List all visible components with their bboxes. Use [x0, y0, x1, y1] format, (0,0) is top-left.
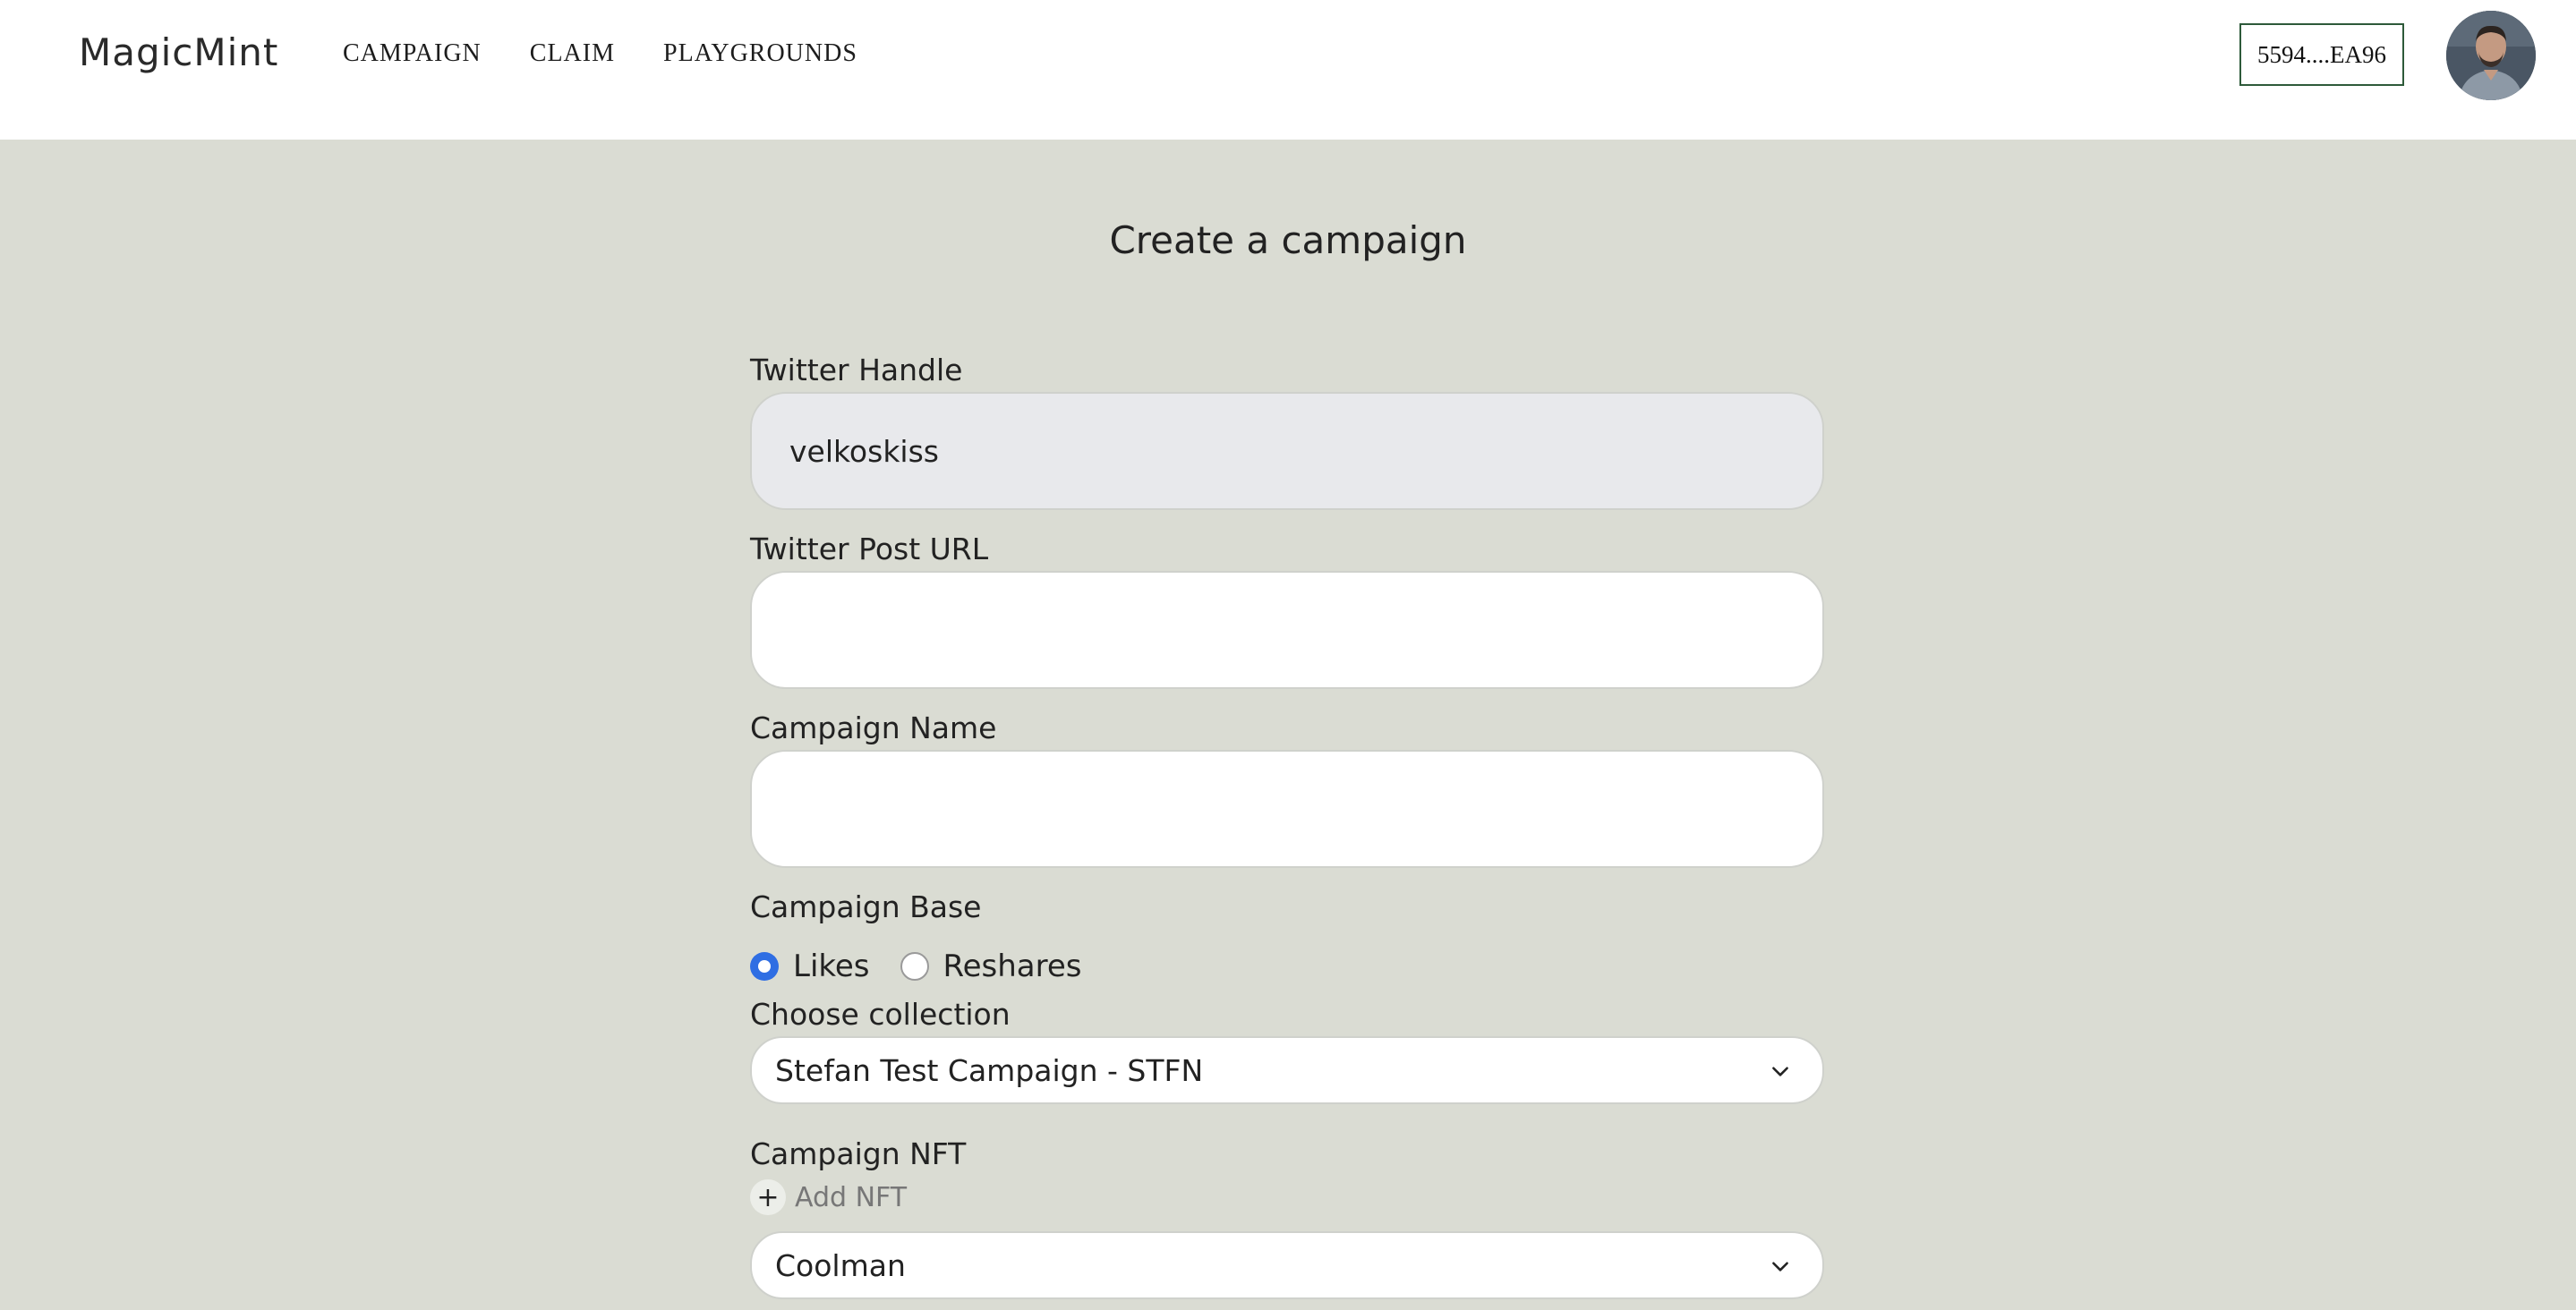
likes-radio[interactable] — [750, 952, 779, 981]
add-nft-label: Add NFT — [795, 1181, 908, 1213]
choose-collection-label: Choose collection — [750, 997, 1011, 1032]
twitter-post-url-input[interactable] — [750, 571, 1824, 689]
main-nav: CAMPAIGN CLAIM PLAYGROUNDS — [343, 39, 857, 68]
chevron-down-icon — [1772, 1262, 1788, 1272]
likes-radio-label[interactable]: Likes — [793, 948, 870, 984]
user-avatar[interactable] — [2446, 11, 2536, 100]
nav-playgrounds-link[interactable]: PLAYGROUNDS — [663, 39, 857, 68]
top-navigation-bar: MagicMint CAMPAIGN CLAIM PLAYGROUNDS 559… — [0, 0, 2576, 140]
campaign-name-label: Campaign Name — [750, 710, 997, 745]
reshares-radio-label[interactable]: Reshares — [943, 948, 1082, 984]
nft-selected-value: Coolman — [775, 1247, 906, 1283]
nav-claim-link[interactable]: CLAIM — [530, 39, 615, 68]
nav-campaign-link[interactable]: CAMPAIGN — [343, 39, 482, 68]
wallet-address-button[interactable]: 5594....EA96 — [2239, 23, 2404, 86]
nft-select[interactable]: Coolman — [750, 1231, 1824, 1299]
campaign-nft-label: Campaign NFT — [750, 1136, 967, 1171]
campaign-base-label: Campaign Base — [750, 889, 982, 924]
twitter-handle-label: Twitter Handle — [750, 353, 963, 387]
campaign-name-input[interactable] — [750, 750, 1824, 868]
collection-selected-value: Stefan Test Campaign - STFN — [775, 1052, 1204, 1088]
twitter-handle-input[interactable] — [750, 392, 1824, 510]
add-nft-button[interactable]: + Add NFT — [750, 1179, 907, 1215]
avatar-image-icon — [2446, 11, 2536, 100]
reshares-radio[interactable] — [900, 952, 929, 981]
page-title: Create a campaign — [1109, 218, 1467, 262]
chevron-down-icon — [1772, 1067, 1788, 1076]
collection-select[interactable]: Stefan Test Campaign - STFN — [750, 1036, 1824, 1104]
brand-logo[interactable]: MagicMint — [79, 30, 278, 74]
plus-icon: + — [750, 1179, 786, 1215]
campaign-base-radio-group: Likes Reshares — [750, 948, 1112, 984]
twitter-post-url-label: Twitter Post URL — [750, 532, 989, 566]
